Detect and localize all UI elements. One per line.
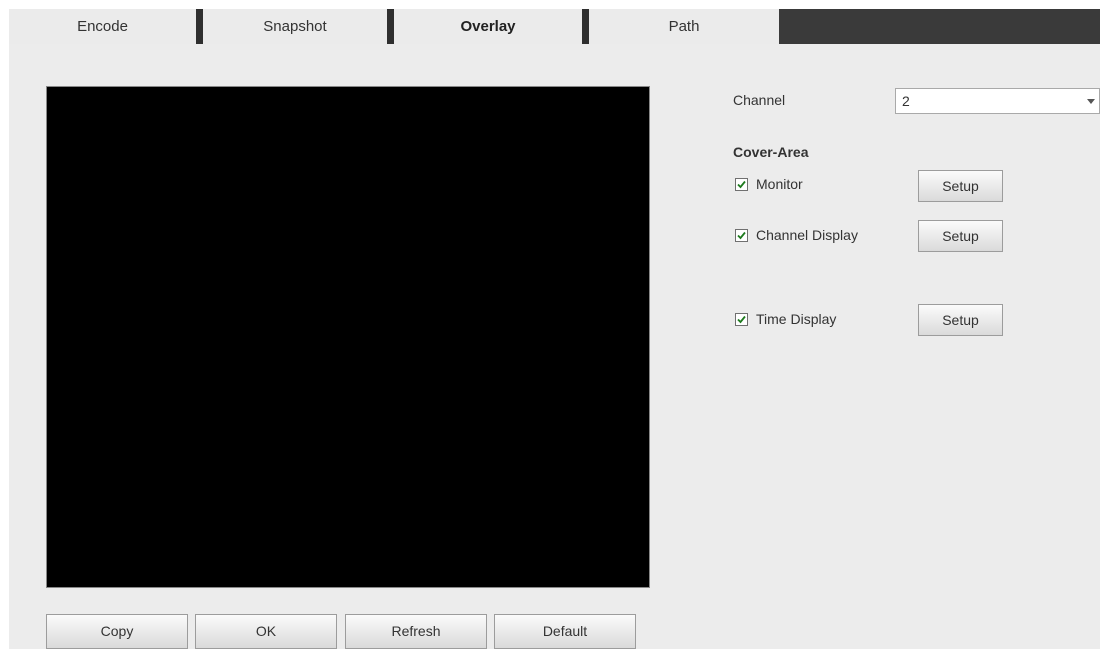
check-icon xyxy=(737,315,746,324)
tab-separator xyxy=(196,9,203,44)
copy-button[interactable]: Copy xyxy=(46,614,188,649)
channel-select[interactable]: 2 xyxy=(895,88,1100,114)
tab-bar: Encode Snapshot Overlay Path xyxy=(9,9,1100,44)
channel-select-value: 2 xyxy=(902,93,910,109)
monitor-setup-button[interactable]: Setup xyxy=(918,170,1003,202)
check-icon xyxy=(737,231,746,240)
time-display-setup-button[interactable]: Setup xyxy=(918,304,1003,336)
tab-encode[interactable]: Encode xyxy=(9,9,196,44)
time-display-label: Time Display xyxy=(756,311,837,327)
tab-separator xyxy=(582,9,589,44)
monitor-label: Monitor xyxy=(756,176,803,192)
channel-display-checkbox[interactable] xyxy=(735,229,748,242)
tab-bar-filler xyxy=(779,9,1100,44)
tab-overlay[interactable]: Overlay xyxy=(394,9,582,44)
refresh-button[interactable]: Refresh xyxy=(345,614,487,649)
check-icon xyxy=(737,180,746,189)
tab-separator xyxy=(387,9,394,44)
cover-area-title: Cover-Area xyxy=(733,144,809,160)
default-button[interactable]: Default xyxy=(494,614,636,649)
channel-display-label: Channel Display xyxy=(756,227,858,243)
monitor-checkbox[interactable] xyxy=(735,178,748,191)
chevron-down-icon xyxy=(1087,99,1095,104)
video-preview[interactable] xyxy=(46,86,650,588)
channel-display-setup-button[interactable]: Setup xyxy=(918,220,1003,252)
time-display-checkbox[interactable] xyxy=(735,313,748,326)
ok-button[interactable]: OK xyxy=(195,614,337,649)
tab-path[interactable]: Path xyxy=(589,9,779,44)
tab-snapshot[interactable]: Snapshot xyxy=(203,9,387,44)
channel-label: Channel xyxy=(733,92,786,108)
overlay-settings-page: Encode Snapshot Overlay Path Channel 2 C… xyxy=(0,0,1100,649)
